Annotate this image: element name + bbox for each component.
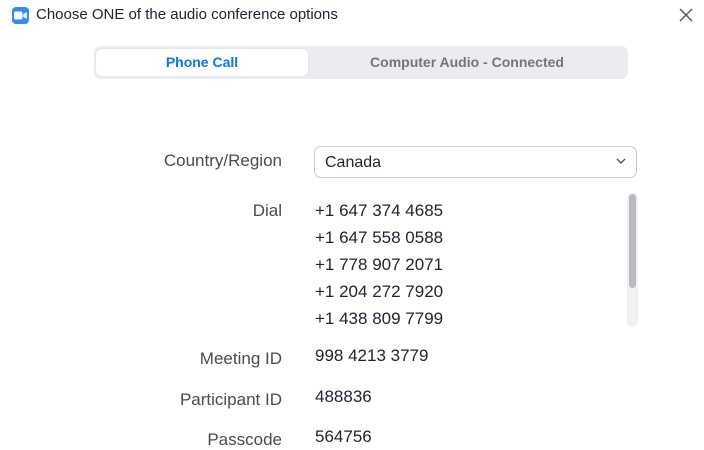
close-button[interactable]	[674, 4, 698, 26]
dial-number: +1 647 558 0588	[315, 228, 444, 247]
country-region-value: Canada	[325, 154, 382, 171]
dial-list-scrollbar[interactable]	[627, 193, 638, 327]
title-bar: Choose ONE of the audio conference optio…	[0, 0, 704, 34]
dial-label: Dial	[252, 201, 282, 220]
scrollbar-thumb[interactable]	[629, 194, 636, 288]
dial-number: +1 438 809 7799	[315, 309, 444, 328]
country-region-select[interactable]: Canada	[314, 146, 637, 178]
meeting-id-value: 998 4213 3779	[315, 346, 429, 365]
dial-number-list: +1 647 374 4685 +1 647 558 0588 +1 778 9…	[315, 197, 443, 332]
window-title: Choose ONE of the audio conference optio…	[36, 6, 338, 23]
passcode-value: 564756	[315, 427, 372, 446]
meeting-id-label: Meeting ID	[199, 349, 282, 368]
zoom-camera-icon	[12, 7, 29, 24]
tab-phone-call[interactable]: Phone Call	[96, 49, 308, 76]
dial-number: +1 204 272 7920	[315, 282, 444, 301]
tab-computer-audio[interactable]: Computer Audio - Connected	[310, 49, 624, 76]
passcode-label: Passcode	[207, 430, 282, 449]
participant-id-value: 488836	[315, 387, 372, 406]
participant-id-label: Participant ID	[179, 390, 282, 409]
country-region-label: Country/Region	[163, 151, 282, 170]
dial-number: +1 778 907 2071	[315, 255, 444, 274]
audio-option-tabs: Phone Call Computer Audio - Connected	[94, 46, 628, 79]
dial-number: +1 647 374 4685	[315, 201, 444, 220]
close-icon	[679, 8, 693, 22]
chevron-down-icon	[616, 158, 626, 164]
